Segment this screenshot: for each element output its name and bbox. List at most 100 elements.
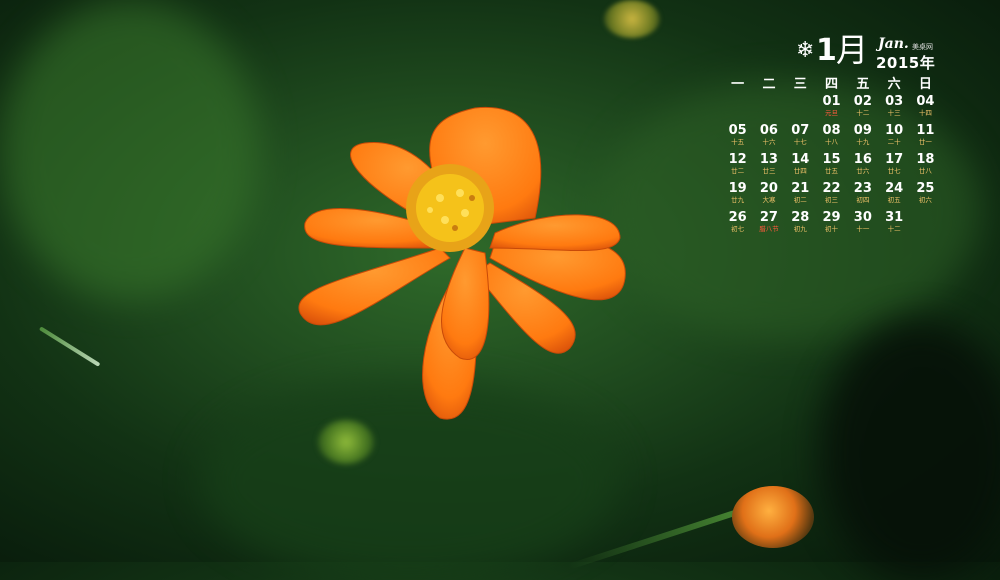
calendar-day: 10 二十 bbox=[878, 123, 909, 152]
day-number: 19 bbox=[728, 181, 747, 196]
lunar-date: 廿九 bbox=[731, 196, 745, 204]
lunar-date: 十二 bbox=[856, 109, 870, 117]
day-number: 31 bbox=[885, 210, 904, 225]
lunar-date: 廿一 bbox=[918, 138, 932, 146]
lunar-date: 初七 bbox=[731, 225, 745, 233]
day-number: 20 bbox=[759, 181, 778, 196]
calendar-day: 13 廿三 bbox=[753, 152, 784, 181]
day-number: 21 bbox=[791, 181, 810, 196]
calendar-day: 30 十一 bbox=[847, 210, 878, 239]
calendar-day: 26 初七 bbox=[722, 210, 753, 239]
day-number: 29 bbox=[822, 210, 841, 225]
lunar-date: 十一 bbox=[856, 225, 870, 233]
calendar-empty-cell bbox=[753, 94, 784, 123]
year-label: 2015年 bbox=[876, 54, 936, 72]
background-bokeh bbox=[0, 0, 260, 300]
calendar-day: 17 廿七 bbox=[878, 152, 909, 181]
orange-cosmos-flower bbox=[290, 98, 635, 428]
brand-mark: 美桌网 bbox=[912, 43, 933, 51]
lunar-date: 十九 bbox=[856, 138, 870, 146]
day-number: 08 bbox=[822, 123, 841, 138]
lunar-date: 廿四 bbox=[793, 167, 807, 175]
weekday-label: 三 bbox=[793, 77, 807, 92]
day-number: 12 bbox=[728, 152, 747, 167]
calendar-day: 06 十六 bbox=[753, 123, 784, 152]
weekday-label: 日 bbox=[918, 77, 932, 92]
calendar-day: 27 腊八节 bbox=[753, 210, 784, 239]
calendar-day: 07 十七 bbox=[785, 123, 816, 152]
calendar-widget: ❄ 1 月 Jan. 美桌网 2015年 一 二 三 四 五 六 日 01 元旦 0… bbox=[722, 34, 940, 239]
day-number: 22 bbox=[822, 181, 841, 196]
dewy-stem bbox=[38, 326, 101, 367]
lunar-date: 初三 bbox=[825, 196, 839, 204]
blurred-bud bbox=[604, 0, 660, 38]
calendar-day: 22 初三 bbox=[816, 181, 847, 210]
lunar-date: 十三 bbox=[887, 109, 901, 117]
calendar-day: 09 十九 bbox=[847, 123, 878, 152]
calendar-day: 19 廿九 bbox=[722, 181, 753, 210]
day-number: 05 bbox=[728, 123, 747, 138]
weekday-label: 六 bbox=[887, 77, 901, 92]
day-number: 09 bbox=[853, 123, 872, 138]
calendar-day: 01 元旦 bbox=[816, 94, 847, 123]
lunar-date: 十八 bbox=[825, 138, 839, 146]
calendar-empty-cell bbox=[785, 94, 816, 123]
calendar-day: 28 初九 bbox=[785, 210, 816, 239]
calendar-day: 24 初五 bbox=[878, 181, 909, 210]
calendar-day: 14 廿四 bbox=[785, 152, 816, 181]
calendar-empty-cell bbox=[722, 94, 753, 123]
lunar-date: 廿七 bbox=[887, 167, 901, 175]
calendar-day: 11 廿一 bbox=[910, 123, 941, 152]
calendar-day: 12 廿二 bbox=[722, 152, 753, 181]
day-number: 18 bbox=[916, 152, 935, 167]
day-number: 27 bbox=[759, 210, 778, 225]
lunar-date: 腊八节 bbox=[759, 225, 779, 233]
lunar-date: 二十 bbox=[887, 138, 901, 146]
lunar-date: 廿二 bbox=[731, 167, 745, 175]
lunar-date: 十四 bbox=[918, 109, 932, 117]
calendar-day: 29 初十 bbox=[816, 210, 847, 239]
lunar-date: 大寒 bbox=[762, 196, 776, 204]
lunar-date: 廿八 bbox=[918, 167, 932, 175]
day-number: 11 bbox=[916, 123, 935, 138]
calendar-day: 23 初四 bbox=[847, 181, 878, 210]
calendar-header: ❄ 1 月 Jan. 美桌网 2015年 bbox=[722, 34, 940, 76]
weekday-label: 一 bbox=[731, 77, 745, 92]
lunar-date: 十六 bbox=[762, 138, 776, 146]
day-number: 16 bbox=[853, 152, 872, 167]
lunar-date: 廿六 bbox=[856, 167, 870, 175]
day-number: 06 bbox=[759, 123, 778, 138]
month-english: Jan. bbox=[878, 36, 909, 52]
calendar-day: 08 十八 bbox=[816, 123, 847, 152]
snowflake-icon: ❄ bbox=[796, 38, 815, 63]
day-number: 15 bbox=[822, 152, 841, 167]
day-number: 13 bbox=[759, 152, 778, 167]
lunar-date: 初九 bbox=[793, 225, 807, 233]
lunar-date: 十五 bbox=[731, 138, 745, 146]
calendar-empty-cell bbox=[910, 210, 941, 239]
calendar-day: 20 大寒 bbox=[753, 181, 784, 210]
day-number: 14 bbox=[791, 152, 810, 167]
lunar-date: 初二 bbox=[793, 196, 807, 204]
orange-flower-bud bbox=[732, 486, 814, 548]
lunar-date: 初十 bbox=[825, 225, 839, 233]
day-number: 03 bbox=[885, 94, 904, 109]
calendar-day: 04 十四 bbox=[910, 94, 941, 123]
weekday-label: 二 bbox=[762, 77, 776, 92]
day-number: 01 bbox=[822, 94, 841, 109]
day-number: 04 bbox=[916, 94, 935, 109]
lunar-date: 初六 bbox=[918, 196, 932, 204]
background-shadow bbox=[820, 320, 1000, 580]
lunar-date: 十二 bbox=[887, 225, 901, 233]
lunar-date: 廿五 bbox=[825, 167, 839, 175]
calendar-grid: 一 二 三 四 五 六 日 01 元旦 02 十二 03 十三 04 十四 05 十五 06 十六 07… bbox=[722, 76, 940, 239]
month-number: 1 bbox=[816, 33, 837, 68]
lunar-date: 初五 bbox=[887, 196, 901, 204]
calendar-day: 18 廿八 bbox=[910, 152, 941, 181]
weekday-label: 五 bbox=[856, 77, 870, 92]
day-number: 10 bbox=[885, 123, 904, 138]
calendar-day: 03 十三 bbox=[878, 94, 909, 123]
day-number: 24 bbox=[885, 181, 904, 196]
calendar-day: 21 初二 bbox=[785, 181, 816, 210]
weekday-label: 四 bbox=[825, 77, 839, 92]
